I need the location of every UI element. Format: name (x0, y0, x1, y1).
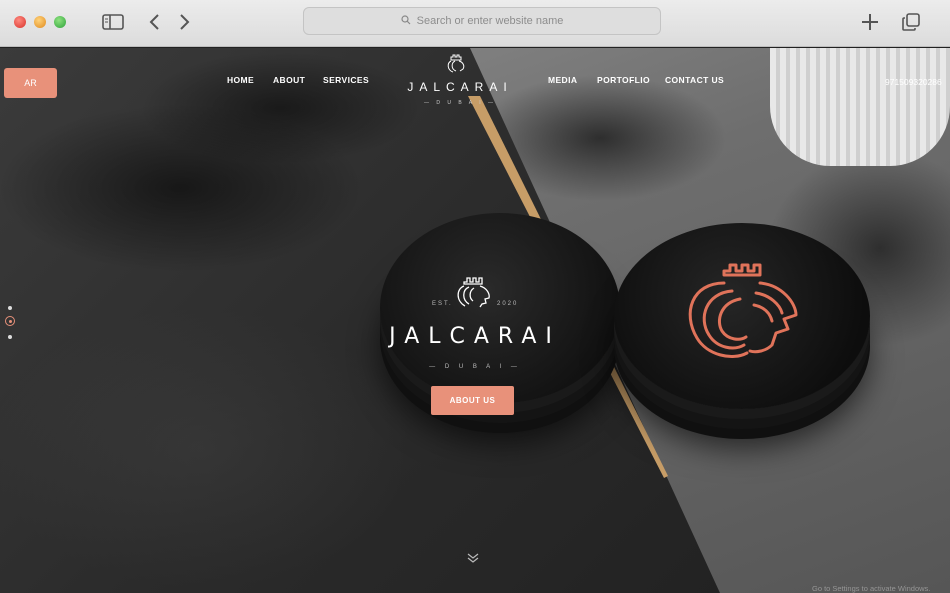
sidebar-icon[interactable] (100, 10, 126, 34)
hero-brand-name: JALCARAI (389, 324, 561, 349)
maximize-window-button[interactable] (54, 16, 66, 28)
est-year: 2020 (497, 301, 519, 307)
coaster-right-image (614, 223, 870, 409)
phone-number[interactable]: 971509320286 (885, 77, 942, 87)
slider-dot-3[interactable] (8, 335, 12, 339)
close-window-button[interactable] (14, 16, 26, 28)
nav-home[interactable]: HOME (227, 75, 254, 85)
site-logo[interactable]: JALCARAI — D U B A I — (400, 48, 520, 110)
nav-contact-us[interactable]: CONTACT US (665, 75, 724, 85)
search-icon (401, 14, 411, 28)
scroll-down-chevron-icon[interactable] (466, 552, 480, 564)
nav-media[interactable]: MEDIA (548, 75, 577, 85)
slider-dot-2-active[interactable] (5, 316, 15, 326)
new-tab-icon[interactable] (857, 10, 883, 34)
logo-subtitle: — D U B A I — (423, 100, 497, 106)
logo-name: JALCARAI (407, 80, 513, 94)
slider-dot-1[interactable] (8, 306, 12, 310)
address-placeholder: Search or enter website name (416, 15, 564, 27)
back-icon[interactable] (141, 10, 167, 34)
nav-portfolio[interactable]: PORTOFLIO (597, 75, 650, 85)
tabs-overview-icon[interactable] (898, 10, 924, 34)
coaster-left-image (380, 213, 620, 403)
language-ar-button[interactable]: AR (4, 68, 57, 98)
vase-image (770, 48, 950, 166)
website-viewport: AR HOME ABOUT SERVICES JALCARAI — D U B … (0, 48, 950, 593)
address-bar[interactable]: Search or enter website name (303, 7, 661, 35)
hero-lion-crest-icon (457, 277, 490, 308)
minimize-window-button[interactable] (34, 16, 46, 28)
est-label: EST. (432, 301, 453, 307)
about-us-button[interactable]: ABOUT US (431, 386, 514, 415)
lion-logo-icon (688, 263, 798, 358)
forward-icon[interactable] (172, 10, 198, 34)
hero-brand-subtitle: — D U B A I — (429, 364, 521, 370)
activate-windows-watermark: Go to Settings to activate Windows. (812, 584, 931, 593)
nav-services[interactable]: SERVICES (323, 75, 369, 85)
lion-crest-icon (447, 54, 465, 73)
browser-toolbar: Search or enter website name (0, 0, 950, 47)
nav-about[interactable]: ABOUT (273, 75, 305, 85)
